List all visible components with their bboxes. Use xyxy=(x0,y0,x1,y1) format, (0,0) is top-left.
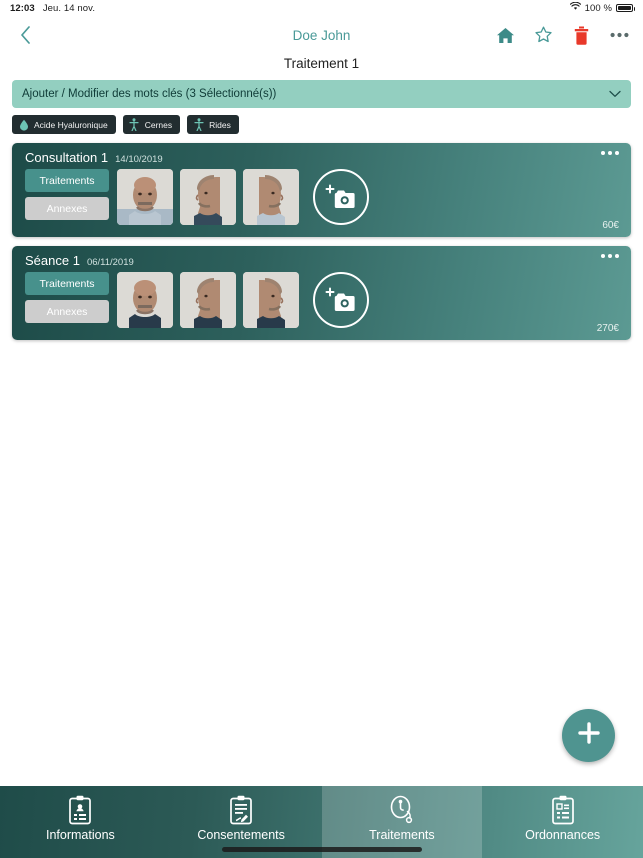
session-card-header: Séance 1 06/11/2019 xyxy=(12,246,631,268)
segment-annexes[interactable]: Annexes xyxy=(25,197,109,220)
body-icon xyxy=(193,118,204,131)
clipboard-pen-icon xyxy=(228,795,254,825)
add-photo-icon[interactable] xyxy=(313,169,369,225)
patient-photo-front[interactable] xyxy=(117,272,173,328)
session-photos xyxy=(117,272,299,328)
keywords-select-label: Ajouter / Modifier des mots clés (3 Séle… xyxy=(22,88,277,100)
trash-icon[interactable] xyxy=(571,25,591,45)
tab-ordonnances[interactable]: Ordonnances xyxy=(482,786,643,858)
tab-label: Traitements xyxy=(369,827,435,842)
patient-photo-left-profile[interactable] xyxy=(180,272,236,328)
home-indicator xyxy=(221,847,422,852)
session-date: 06/11/2019 xyxy=(86,257,134,268)
session-card[interactable]: Séance 1 06/11/2019 Traitements Annexes xyxy=(12,246,631,340)
droplet-icon xyxy=(18,118,29,131)
app-root: 12:03 Jeu. 14 nov. 100 % Doe John Traite… xyxy=(0,0,643,858)
keyword-chip[interactable]: Rides xyxy=(187,115,239,134)
add-photo-icon[interactable] xyxy=(313,272,369,328)
home-icon[interactable] xyxy=(495,25,515,45)
bottom-tab-bar: Informations Consentements Traitements O… xyxy=(0,786,643,858)
session-title: Consultation 1 xyxy=(25,150,109,165)
patient-photo-right-profile[interactable] xyxy=(243,272,299,328)
tab-label: Consentements xyxy=(197,827,285,842)
session-photos xyxy=(117,169,299,225)
plus-icon xyxy=(576,720,602,751)
session-title: Séance 1 xyxy=(25,253,80,268)
clipboard-list-icon xyxy=(550,795,576,825)
patient-photo-left-profile[interactable] xyxy=(180,169,236,225)
keywords-section: Ajouter / Modifier des mots clés (3 Séle… xyxy=(0,80,643,108)
keywords-select[interactable]: Ajouter / Modifier des mots clés (3 Séle… xyxy=(12,80,631,108)
segment-traitements[interactable]: Traitements xyxy=(25,169,109,192)
session-segment-control: Traitements Annexes xyxy=(25,169,109,220)
body-icon xyxy=(129,118,140,131)
nav-actions xyxy=(495,25,629,45)
clipboard-person-icon xyxy=(67,795,93,825)
keyword-chip-label: Cernes xyxy=(144,119,173,130)
session-card-body: Traitements Annexes xyxy=(12,268,631,328)
session-list: Consultation 1 14/10/2019 Traitements An… xyxy=(0,134,643,340)
session-card-body: Traitements Annexes xyxy=(12,165,631,225)
keyword-chip[interactable]: Acide Hyaluronique xyxy=(12,115,116,134)
more-icon[interactable] xyxy=(601,254,619,258)
session-segment-control: Traitements Annexes xyxy=(25,272,109,323)
session-card[interactable]: Consultation 1 14/10/2019 Traitements An… xyxy=(12,143,631,237)
keyword-chip[interactable]: Cernes xyxy=(122,115,181,134)
status-bar-right: 100 % xyxy=(569,1,635,14)
segment-annexes[interactable]: Annexes xyxy=(25,300,109,323)
more-icon[interactable] xyxy=(601,151,619,155)
star-icon[interactable] xyxy=(533,25,553,45)
keyword-chips: Acide Hyaluronique Cernes Rides xyxy=(0,108,643,134)
segment-traitements[interactable]: Traitements xyxy=(25,272,109,295)
more-icon[interactable] xyxy=(609,25,629,45)
keyword-chip-label: Rides xyxy=(209,119,231,130)
battery-full-icon xyxy=(616,4,635,12)
status-bar-date: Jeu. 14 nov. xyxy=(42,2,96,14)
chevron-down-icon xyxy=(609,90,621,98)
session-price: 60€ xyxy=(602,220,619,231)
tab-label: Informations xyxy=(45,827,115,842)
tab-label: Ordonnances xyxy=(525,827,601,842)
page-title: Traitement 1 xyxy=(283,56,360,71)
session-date: 14/10/2019 xyxy=(115,154,163,165)
keyword-chip-label: Acide Hyaluronique xyxy=(34,119,108,130)
session-card-header: Consultation 1 14/10/2019 xyxy=(12,143,631,165)
status-bar: 12:03 Jeu. 14 nov. 100 % xyxy=(0,0,643,16)
patient-photo-front[interactable] xyxy=(117,169,173,225)
patient-photo-right-profile[interactable] xyxy=(243,169,299,225)
battery-percent-label: 100 % xyxy=(584,2,612,14)
navigation-bar: Doe John xyxy=(0,16,643,54)
add-session-fab[interactable] xyxy=(562,709,615,762)
stethoscope-icon xyxy=(388,795,416,825)
status-bar-time: 12:03 xyxy=(10,2,35,14)
wifi-icon xyxy=(569,1,581,14)
back-button[interactable] xyxy=(14,24,36,46)
tab-informations[interactable]: Informations xyxy=(0,786,161,858)
session-price: 270€ xyxy=(596,323,619,334)
